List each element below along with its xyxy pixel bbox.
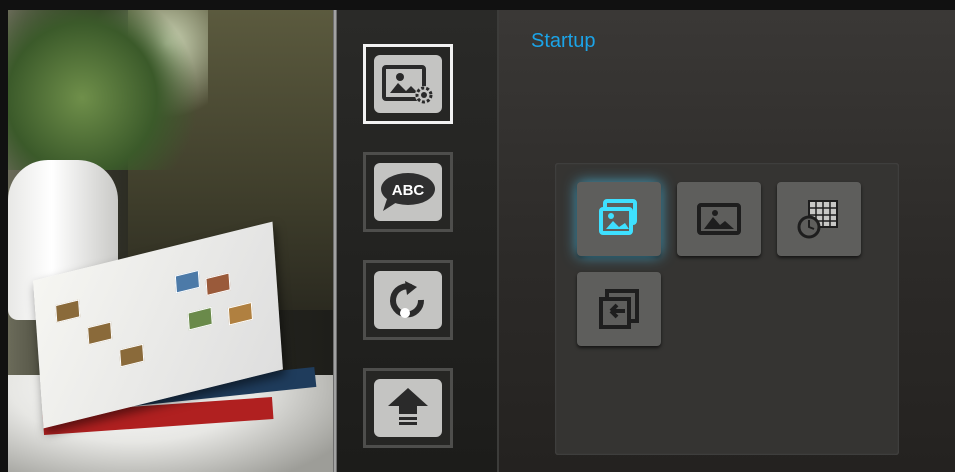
- menu-item-upgrade[interactable]: [363, 368, 453, 448]
- option-calendar-clock[interactable]: [777, 182, 861, 256]
- calendar-clock-icon: [797, 200, 838, 239]
- slideshow-icon: [599, 199, 637, 235]
- background-photo: [8, 10, 333, 472]
- content-panel: Startup: [499, 10, 955, 472]
- photo-plant: [8, 10, 208, 170]
- refresh-icon: [374, 271, 442, 329]
- up-arrow-icon: [374, 379, 442, 437]
- app-frame: ABC Startup: [0, 0, 955, 472]
- abc-speech-bubble-icon: ABC: [374, 163, 442, 221]
- page-title: Startup: [531, 30, 596, 52]
- return-icon: [599, 289, 639, 329]
- startup-options-panel: [555, 163, 899, 455]
- menu-item-reset[interactable]: [363, 260, 453, 340]
- abc-label: ABC: [392, 182, 425, 199]
- menu-column: ABC: [337, 10, 499, 472]
- menu-item-photo-settings[interactable]: [363, 44, 453, 124]
- option-last-mode[interactable]: [577, 272, 661, 346]
- menu-item-language[interactable]: ABC: [363, 152, 453, 232]
- photo-icon: [697, 203, 741, 235]
- option-slideshow[interactable]: [577, 182, 661, 256]
- option-single-photo[interactable]: [677, 182, 761, 256]
- photo-settings-icon: [374, 55, 442, 113]
